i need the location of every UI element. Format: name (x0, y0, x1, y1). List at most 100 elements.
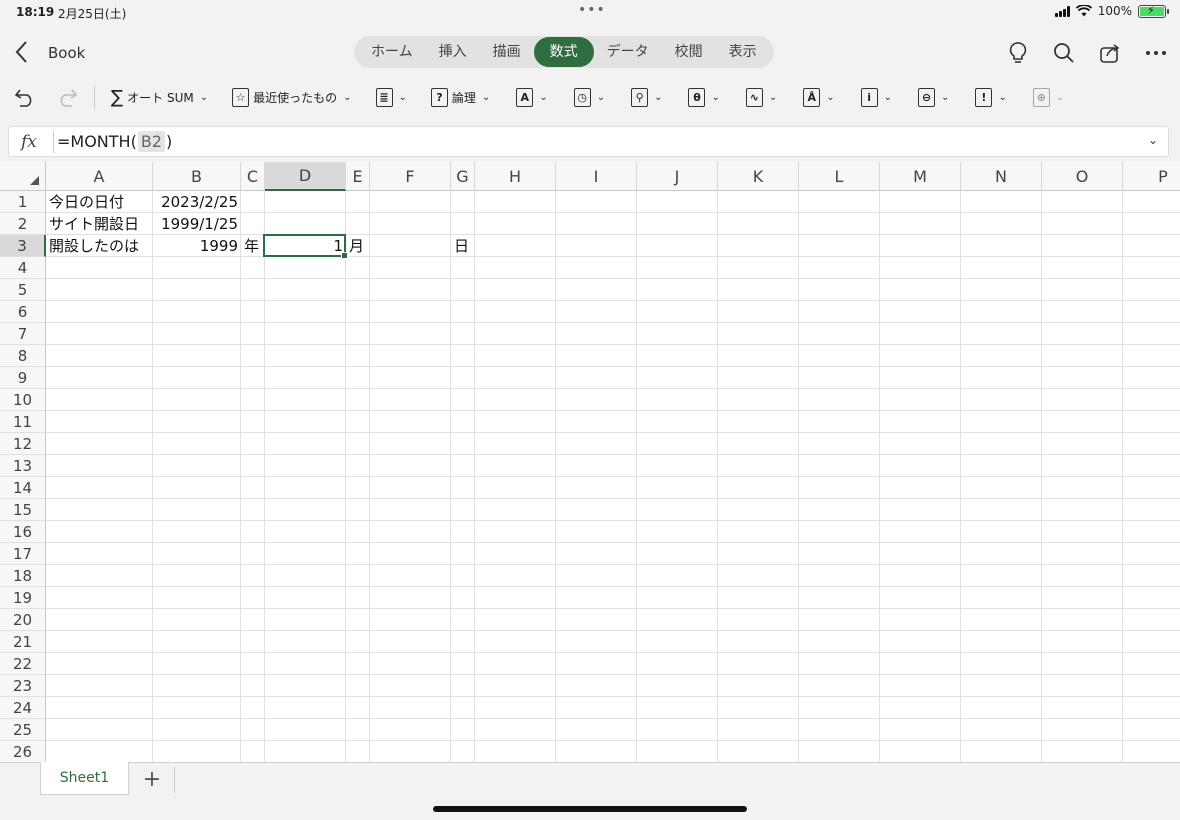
row-header-12[interactable]: 12 (0, 433, 46, 455)
column-header-e[interactable]: E (346, 162, 370, 191)
tab-view[interactable]: 表示 (716, 37, 770, 67)
grid-row-line (46, 542, 1180, 543)
active-cell-selection[interactable] (263, 234, 348, 259)
column-header-k[interactable]: K (718, 162, 799, 191)
row-header-11[interactable]: 11 (0, 411, 46, 433)
multitasking-dots-icon[interactable]: ••• (578, 2, 606, 18)
chevron-down-icon: ⌄ (481, 91, 491, 103)
row-header-4[interactable]: 4 (0, 257, 46, 279)
database-functions-button[interactable]: ⊖ ⌄ (912, 80, 955, 114)
formula-input[interactable]: =MONTH( B2 ) (57, 131, 172, 152)
cell-a1[interactable]: 今日の日付 (46, 191, 153, 213)
column-header-p[interactable]: P (1123, 162, 1180, 191)
tab-formulas[interactable]: 数式 (533, 37, 594, 67)
share-icon[interactable] (1096, 39, 1124, 67)
web-functions-button[interactable]: ⊕ ⌄ (1027, 80, 1070, 114)
cell-b1[interactable]: 2023/2/25 (153, 191, 241, 213)
financial-icon: ≣ (375, 87, 393, 107)
column-header-a[interactable]: A (46, 162, 153, 191)
lookup-functions-button[interactable]: ⚲ ⌄ (625, 80, 668, 114)
back-chevron-icon[interactable] (12, 39, 32, 65)
cell-a2[interactable]: サイト開設日 (46, 213, 153, 235)
logical-functions-button[interactable]: ? 論理 ⌄ (425, 80, 496, 114)
row-header-3[interactable]: 3 (0, 235, 46, 257)
autosum-button[interactable]: ∑ オート SUM ⌄ (105, 80, 214, 114)
redo-button[interactable] (50, 80, 84, 114)
sheet-tab-sheet1[interactable]: Sheet1 (40, 762, 129, 795)
search-icon[interactable] (1050, 39, 1078, 67)
add-sheet-button[interactable]: + (140, 767, 164, 792)
tab-review[interactable]: 校閲 (662, 37, 716, 67)
row-header-20[interactable]: 20 (0, 609, 46, 631)
tab-insert[interactable]: 挿入 (426, 37, 480, 67)
tab-data[interactable]: データ (594, 37, 662, 67)
row-header-1[interactable]: 1 (0, 191, 46, 213)
grid-row-line (46, 608, 1180, 609)
tab-home[interactable]: ホーム (358, 37, 426, 67)
datetime-functions-button[interactable]: ◷ ⌄ (568, 80, 611, 114)
exclamation-icon: ! (975, 87, 993, 107)
row-header-26[interactable]: 26 (0, 741, 46, 762)
row-header-23[interactable]: 23 (0, 675, 46, 697)
row-header-14[interactable]: 14 (0, 477, 46, 499)
column-header-i[interactable]: I (556, 162, 637, 191)
column-header-f[interactable]: F (370, 162, 451, 191)
row-header-8[interactable]: 8 (0, 345, 46, 367)
math-functions-button[interactable]: θ ⌄ (682, 80, 725, 114)
row-header-18[interactable]: 18 (0, 565, 46, 587)
grid-row-line (46, 300, 1180, 301)
sheet-tab-separator (174, 767, 175, 793)
statistical-functions-button[interactable]: ∿ ⌄ (740, 80, 783, 114)
row-header-9[interactable]: 9 (0, 367, 46, 389)
engineering-functions-button[interactable]: Å ⌄ (797, 80, 840, 114)
text-functions-button[interactable]: A ⌄ (510, 80, 553, 114)
cell-e3[interactable]: 月 (346, 235, 370, 257)
tab-draw[interactable]: 描画 (480, 37, 534, 67)
information-functions-button[interactable]: i ⌄ (855, 80, 898, 114)
row-header-19[interactable]: 19 (0, 587, 46, 609)
financial-functions-button[interactable]: ≣ ⌄ (370, 80, 413, 114)
cell-b3[interactable]: 1999 (153, 235, 241, 257)
lightbulb-icon[interactable] (1004, 39, 1032, 67)
cell-c3[interactable]: 年 (241, 235, 265, 257)
column-header-h[interactable]: H (475, 162, 556, 191)
row-header-16[interactable]: 16 (0, 521, 46, 543)
row-header-22[interactable]: 22 (0, 653, 46, 675)
expand-formula-chevron-icon[interactable]: ⌄ (1148, 133, 1158, 147)
spreadsheet-grid[interactable]: A B C D E F G H I J K L M N O P 1 2 3 4 5 6 7 8 9 10 11 12 13 14 15 16 1… (0, 162, 1180, 762)
formula-reference[interactable]: B2 (137, 131, 165, 152)
formula-suffix: ) (165, 132, 173, 151)
compatibility-functions-button[interactable]: ! ⌄ (969, 80, 1012, 114)
column-header-l[interactable]: L (799, 162, 880, 191)
column-header-j[interactable]: J (637, 162, 718, 191)
recent-functions-button[interactable]: ☆ 最近使ったもの ⌄ (226, 80, 357, 114)
row-header-24[interactable]: 24 (0, 697, 46, 719)
column-header-g[interactable]: G (451, 162, 475, 191)
undo-button[interactable] (8, 80, 42, 114)
row-header-7[interactable]: 7 (0, 323, 46, 345)
select-all-corner[interactable] (0, 162, 46, 191)
row-header-2[interactable]: 2 (0, 213, 46, 235)
cell-g3[interactable]: 日 (451, 235, 475, 257)
row-header-21[interactable]: 21 (0, 631, 46, 653)
home-indicator[interactable] (433, 806, 747, 812)
column-header-n[interactable]: N (961, 162, 1042, 191)
row-header-6[interactable]: 6 (0, 301, 46, 323)
more-icon[interactable] (1142, 39, 1170, 67)
cell-a3[interactable]: 開設したのは (46, 235, 153, 257)
ribbon-separator (94, 85, 95, 109)
column-header-b[interactable]: B (153, 162, 241, 191)
column-header-c[interactable]: C (241, 162, 265, 191)
document-title[interactable]: Book (48, 44, 85, 62)
cell-b2[interactable]: 1999/1/25 (153, 213, 241, 235)
row-header-15[interactable]: 15 (0, 499, 46, 521)
row-header-13[interactable]: 13 (0, 455, 46, 477)
row-header-10[interactable]: 10 (0, 389, 46, 411)
row-header-25[interactable]: 25 (0, 719, 46, 741)
row-header-5[interactable]: 5 (0, 279, 46, 301)
column-header-m[interactable]: M (880, 162, 961, 191)
row-header-17[interactable]: 17 (0, 543, 46, 565)
column-header-o[interactable]: O (1042, 162, 1123, 191)
column-header-d[interactable]: D (265, 162, 346, 191)
function-fx-icon[interactable]: fx (21, 132, 37, 152)
